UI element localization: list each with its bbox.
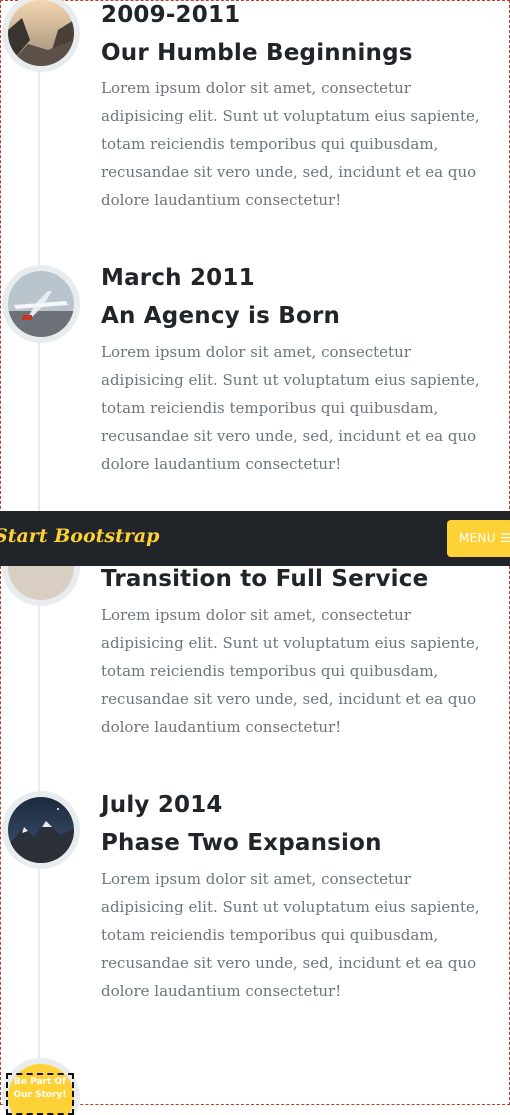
timeline-image-2 [2,265,80,343]
timeline-title: Phase Two Expansion [101,830,382,856]
timeline-body: Lorem ipsum dolor sit amet, consectetur … [101,606,480,736]
mountain-valley-photo [8,0,74,66]
menu-button[interactable]: MENU ☰ [447,520,510,557]
timeline-date: July 2014 [101,792,223,818]
be-part-of-story-text: Be Part Of Our Story! [6,1073,74,1115]
timeline-body: Lorem ipsum dolor sit amet, consectetur … [101,343,480,473]
timeline-heading-1: 2009-2011 Our Humble Beginnings [101,0,501,68]
night-mountain-photo [8,797,74,863]
timeline-date: March 2011 [101,265,255,291]
timeline-body: Lorem ipsum dolor sit amet, consectetur … [101,79,480,209]
timeline-title: Our Humble Beginnings [101,40,413,66]
timeline-heading-4: July 2014 Phase Two Expansion [101,790,501,858]
timeline-date: 2009-2011 [101,2,241,28]
hamburger-icon: ☰ [495,531,510,545]
timeline-title: An Agency is Born [101,303,341,329]
navbar: Start Bootstrap MENU ☰ [0,511,510,566]
airplane-photo [8,271,74,337]
timeline-heading-2: March 2011 An Agency is Born [101,263,501,331]
timeline-image-4 [2,791,80,869]
menu-label: MENU [459,531,496,545]
timeline-title: Transition to Full Service [101,566,429,592]
timeline-body: Lorem ipsum dolor sit amet, consectetur … [101,870,480,1000]
navbar-brand[interactable]: Start Bootstrap [0,525,159,547]
